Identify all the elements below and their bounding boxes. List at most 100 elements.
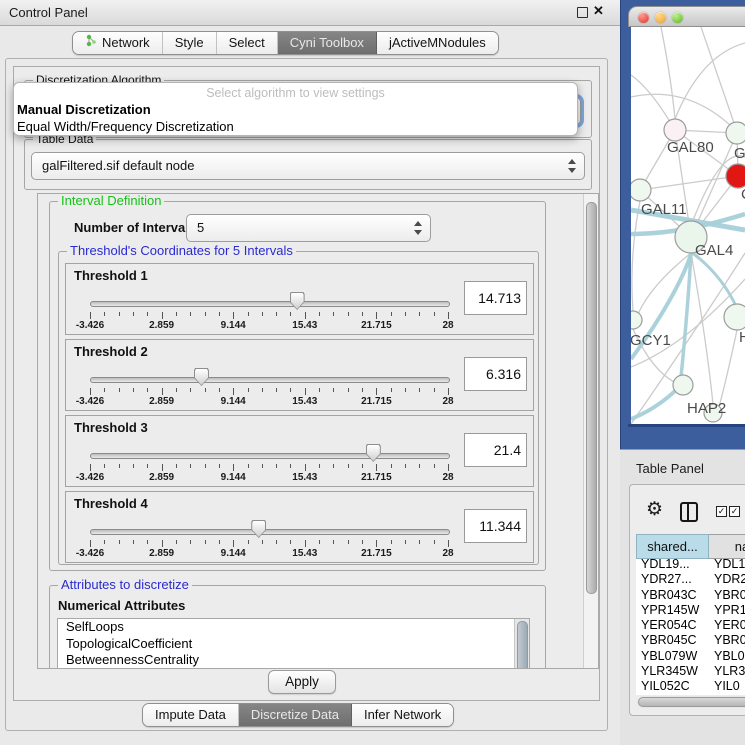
threshold-label: Threshold 3 (74, 420, 148, 435)
table-row[interactable]: YPR145WYPR1 (636, 603, 745, 618)
column-header-shared[interactable]: shared... (636, 534, 709, 559)
tab-cyni-toolbox[interactable]: Cyni Toolbox (278, 32, 377, 54)
slider-thumb[interactable] (290, 292, 305, 310)
settings-gear-icon[interactable]: ⚙ (646, 500, 663, 519)
dropdown-item-manual-discretization[interactable]: Manual Discretization (14, 101, 577, 118)
slider-thumb[interactable] (194, 368, 209, 386)
close-traffic-light-icon[interactable] (638, 12, 649, 23)
tab-discretize-data[interactable]: Discretize Data (239, 704, 352, 726)
tab-impute-data[interactable]: Impute Data (143, 704, 239, 726)
attributes-group-title: Attributes to discretize (58, 578, 192, 592)
slider-ticks (90, 540, 448, 548)
number-of-intervals-value: 5 (187, 220, 204, 235)
table-row[interactable]: YER054CYER0 (636, 618, 745, 633)
zoom-traffic-light-icon[interactable] (672, 12, 683, 23)
svg-text:GCY1: GCY1 (631, 332, 671, 349)
slider-ticks (90, 464, 448, 472)
slider-thumb[interactable] (251, 520, 266, 538)
dropdown-item-equal-width-frequency-discretization[interactable]: Equal Width/Frequency Discretization (14, 118, 577, 135)
numerical-attributes-list[interactable]: SelfLoopsTopologicalCoefficientBetweenne… (57, 618, 530, 669)
threshold-value-field[interactable]: 14.713 (464, 281, 527, 315)
threshold-panel-threshold-3: Threshold 3 -3.4262.8599.14415.4321.71528… (65, 415, 534, 487)
close-icon[interactable]: ✕ (593, 3, 604, 19)
attribute-item-betweennesscentrality[interactable]: BetweennessCentrality (58, 652, 529, 669)
threshold-label: Threshold 4 (74, 496, 148, 511)
pane-scrollbar[interactable] (583, 194, 598, 668)
bottom-tab-bar: Impute DataDiscretize DataInfer Network (142, 703, 454, 727)
apply-button[interactable]: Apply (268, 670, 336, 694)
svg-text:GAL80: GAL80 (667, 139, 714, 156)
threshold-value-field[interactable]: 11.344 (464, 509, 527, 543)
numerical-attributes-label: Numerical Attributes (58, 598, 185, 613)
threshold-label: Threshold 1 (74, 268, 148, 283)
column-header-na[interactable]: na (709, 534, 745, 559)
slider-track[interactable] (90, 301, 450, 307)
threshold-value-field[interactable]: 6.316 (464, 357, 527, 391)
table-horizontal-scrollbar[interactable] (637, 696, 745, 708)
interval-definition-title: Interval Definition (58, 194, 164, 208)
tab-select[interactable]: Select (217, 32, 278, 54)
svg-text:C: C (741, 186, 745, 203)
table-panel: Table Panel ⚙ ✓ ✓ shared...na YDL19...YD… (620, 449, 745, 745)
table-row[interactable]: YLR345WYLR3 (636, 664, 745, 679)
svg-text:GAL4: GAL4 (695, 242, 733, 259)
combo-stepper-icon (567, 158, 575, 174)
table-data-combobox[interactable]: galFiltered.sif default node (31, 152, 585, 180)
slider-tick-labels: -3.4262.8599.14415.4321.71528 (90, 548, 448, 559)
slider-track[interactable] (90, 377, 450, 383)
tab-network[interactable]: Network (73, 32, 163, 54)
network-window-bottom-edge (628, 424, 745, 427)
svg-text:H: H (739, 329, 745, 346)
combo-stepper-icon (413, 220, 421, 236)
number-of-intervals-label: Number of Intervals (74, 220, 196, 235)
threshold-list: Threshold 1 -3.4262.8599.14415.4321.71528… (65, 263, 532, 567)
screen: Control Panel ✕ NetworkStyleSelectCyni T… (0, 0, 745, 745)
svg-text:HAP2: HAP2 (687, 400, 726, 417)
float-window-icon[interactable] (577, 7, 588, 18)
slider-thumb[interactable] (366, 444, 381, 462)
threshold-panel-threshold-1: Threshold 1-3.4262.8599.14415.4321.71528… (65, 263, 534, 335)
slider-track[interactable] (90, 453, 450, 459)
select-column-icon[interactable]: ✓ (716, 506, 727, 517)
tab-infer-network[interactable]: Infer Network (352, 704, 453, 726)
minimize-traffic-light-icon[interactable] (655, 12, 666, 23)
table-row[interactable]: YBR043CYBR0 (636, 588, 745, 603)
attribute-item-selfloops[interactable]: SelfLoops (58, 619, 529, 636)
network-graph: GAL80GAL11GAL4GCY1HAP2GACH (631, 27, 745, 424)
top-tab-bar: NetworkStyleSelectCyni ToolboxjActiveMNo… (72, 31, 499, 55)
threshold-label: Threshold 2 (74, 344, 148, 359)
slider-ticks (90, 312, 448, 320)
slider-ticks (90, 388, 448, 396)
thresholds-group-title: Threshold's Coordinates for 5 Intervals (67, 244, 296, 258)
node-table[interactable]: shared...na YDL19...YDL1YDR27...YDR2YBR0… (636, 534, 745, 695)
threshold-panel-threshold-4: Threshold 4 -3.4262.8599.14415.4321.71528… (65, 491, 534, 563)
table-panel-inner: ⚙ ✓ ✓ shared...na YDL19...YDL1YDR27...YD… (629, 484, 745, 716)
table-row[interactable]: YBR045CYBR0 (636, 633, 745, 648)
list-scrollbar[interactable] (514, 619, 529, 669)
tab-jactivemnodules[interactable]: jActiveMNodules (377, 32, 498, 54)
tab-style[interactable]: Style (163, 32, 217, 54)
table-row[interactable]: YDL19...YDL1 (636, 557, 745, 572)
window-title: Control Panel (9, 5, 88, 20)
network-window-titlebar[interactable] (628, 6, 745, 27)
select-column-icon[interactable]: ✓ (729, 506, 740, 517)
table-body: YDL19...YDL1YDR27...YDR2YBR043CYBR0YPR14… (636, 557, 745, 695)
table-data-group: Table Data galFiltered.sif default node (24, 139, 592, 190)
settings-scrollpane: Interval Definition Number of Intervals … (37, 193, 599, 669)
control-panel-titlebar: Control Panel ✕ (0, 0, 620, 26)
algorithm-dropdown-popup: Select algorithm to view settings Manual… (13, 82, 578, 136)
threshold-value-field[interactable]: 21.4 (464, 433, 527, 467)
number-of-intervals-combobox[interactable]: 5 (186, 214, 431, 242)
attribute-item-topologicalcoefficient[interactable]: TopologicalCoefficient (58, 636, 529, 653)
split-columns-icon[interactable] (680, 502, 698, 522)
table-header-row: shared...na (636, 534, 745, 557)
table-row[interactable]: YBL079WYBL0 (636, 649, 745, 664)
slider-tick-labels: -3.4262.8599.14415.4321.71528 (90, 472, 448, 483)
table-row[interactable]: YDR27...YDR2 (636, 572, 745, 587)
slider-track[interactable] (90, 529, 450, 535)
network-icon (85, 32, 98, 54)
slider-tick-labels: -3.4262.8599.14415.4321.71528 (90, 396, 448, 407)
svg-text:GA: GA (734, 145, 745, 162)
table-row[interactable]: YIL052CYIL0 (636, 679, 745, 694)
network-canvas[interactable]: GAL80GAL11GAL4GCY1HAP2GACH (631, 27, 745, 424)
